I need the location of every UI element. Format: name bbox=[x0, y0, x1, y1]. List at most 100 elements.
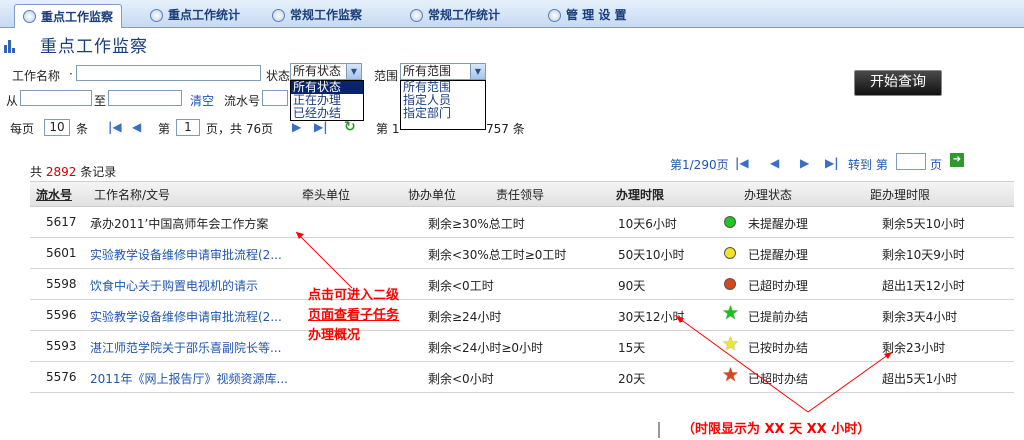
range-select[interactable]: 所有范围 ▼ bbox=[400, 63, 486, 80]
row-remaining-time: 超出5天1小时 bbox=[882, 372, 958, 386]
start-search-button[interactable]: 开始查询 bbox=[854, 70, 942, 96]
per-page-label: 每页 bbox=[10, 122, 35, 136]
row-remaining-time: 剩余5天10小时 bbox=[882, 217, 965, 231]
red-dot-icon bbox=[724, 278, 736, 290]
tab-label: 重点工作统计 bbox=[168, 8, 241, 22]
globe-icon bbox=[150, 8, 163, 22]
annotation-note: （时限显示为 XX 天 XX 小时） bbox=[682, 422, 871, 437]
yellow-dot-icon bbox=[724, 247, 736, 259]
row-work-name-link[interactable]: 湛江师范学院关于邵乐喜副院长等... bbox=[90, 339, 281, 356]
range-label: 范围 bbox=[374, 69, 399, 83]
top-tab-bar: 重点工作监察 重点工作统计 常规工作监察 常规工作统计 管 理 设 置 bbox=[0, 0, 1024, 28]
page-prefix: 第 bbox=[158, 122, 171, 136]
table-row[interactable]: 5593 湛江师范学院关于邵乐喜副院长等... 剩余<24小时≥0小时 15天 已按时办… bbox=[30, 330, 1014, 362]
column-header: 协办单位 bbox=[408, 188, 457, 202]
row-serial-number: 5593 bbox=[46, 339, 77, 353]
goto-label: 转到 第 bbox=[848, 158, 888, 172]
label-dot: · bbox=[69, 67, 73, 81]
row-time-limit: 10天6小时 bbox=[618, 217, 677, 231]
row-work-name-link[interactable]: 承办2011’中国高师年会工作方案 bbox=[90, 215, 268, 232]
column-header[interactable]: 办理时限 bbox=[616, 186, 664, 203]
chevron-down-icon: ▼ bbox=[470, 64, 485, 79]
first-page-icon[interactable]: |◀ bbox=[735, 156, 749, 170]
status-label: 状态 bbox=[266, 69, 291, 83]
globe-icon bbox=[23, 10, 36, 23]
tab-label: 重点工作监察 bbox=[41, 9, 114, 24]
row-time-rule: 剩余≥30%总工时 bbox=[428, 217, 525, 231]
go-arrow-icon[interactable]: ➜ bbox=[950, 153, 964, 167]
table-row[interactable]: 5617 承办2011’中国高师年会工作方案 剩余≥30%总工时 10天6小时 未提醒办… bbox=[30, 206, 1014, 238]
record-count-prefix: 共 bbox=[30, 165, 43, 179]
table-row[interactable]: 5576 2011年《网上报告厅》视频资源库... 剩余<0小时 20天 已超时办结 超出… bbox=[30, 361, 1014, 393]
row-time-limit: 50天10小时 bbox=[618, 248, 685, 262]
record-count: 共 2892 条记录 bbox=[30, 163, 116, 180]
row-remaining-time: 超出1天12小时 bbox=[882, 279, 965, 293]
refresh-icon[interactable]: ↻ bbox=[344, 119, 356, 135]
column-header: 距办理时限 bbox=[870, 188, 931, 202]
to-date-input[interactable] bbox=[108, 90, 182, 106]
serial-input[interactable] bbox=[262, 90, 288, 106]
next-page-icon[interactable]: ▶ bbox=[800, 156, 809, 170]
work-name-input[interactable] bbox=[76, 65, 261, 81]
tab-key-work-monitor[interactable]: 重点工作监察 bbox=[14, 4, 123, 28]
status-selected-value: 所有状态 bbox=[293, 64, 342, 78]
prev-page-icon[interactable]: ◀ bbox=[132, 120, 141, 134]
page-title: 重点工作监察 bbox=[40, 37, 148, 57]
green-dot-icon bbox=[724, 216, 736, 228]
row-status-text: 已超时办结 bbox=[748, 372, 809, 386]
first-page-icon[interactable]: |◀ bbox=[108, 120, 122, 134]
globe-icon bbox=[548, 8, 561, 22]
tab-routine-work-stats[interactable]: 常规工作统计 bbox=[410, 4, 500, 26]
table-header: 流水号 工作名称/文号 牵头单位 协办单位 责任领导 办理时限 办理状态 距办理… bbox=[30, 181, 1014, 207]
pager-right-prefix: 第 1 bbox=[376, 122, 400, 136]
row-work-name-link[interactable]: 实验教学设备维修申请审批流程(2... bbox=[90, 246, 282, 263]
last-page-icon[interactable]: ▶| bbox=[314, 120, 328, 134]
row-time-limit: 20天 bbox=[618, 372, 646, 386]
per-page-unit: 条 bbox=[76, 122, 89, 136]
tab-admin-settings[interactable]: 管 理 设 置 bbox=[548, 4, 627, 26]
status-select[interactable]: 所有状态 ▼ bbox=[290, 63, 362, 80]
row-serial-number: 5617 bbox=[46, 215, 77, 229]
tab-label: 管 理 设 置 bbox=[566, 8, 627, 22]
row-remaining-time: 剩余23小时 bbox=[882, 341, 946, 355]
column-header: 牵头单位 bbox=[302, 188, 351, 202]
page-suffix: 页，共 76页 bbox=[206, 122, 274, 136]
row-work-name-link[interactable]: 实验教学设备维修申请审批流程(2... bbox=[90, 308, 282, 325]
yellow-star-icon: ★ bbox=[722, 333, 740, 355]
per-page-input[interactable]: 10 bbox=[44, 119, 70, 136]
chevron-down-icon: ▼ bbox=[346, 64, 361, 79]
column-header[interactable]: 流水号 bbox=[36, 186, 72, 203]
row-work-name-link[interactable]: 2011年《网上报告厅》视频资源库... bbox=[90, 370, 288, 387]
goto-suffix: 页 bbox=[930, 158, 943, 172]
tab-label: 常规工作统计 bbox=[428, 8, 501, 22]
pager-bar: 每页 10 条 |◀ ◀ 第 1 页，共 76页 ▶ ▶| ↻ 第 1 757 … bbox=[0, 117, 1024, 139]
table-row[interactable]: 5598 饮食中心关于购置电视机的请示 剩余<0工时 90天 已超时办理 超出1天12小时 bbox=[30, 268, 1014, 300]
last-page-icon[interactable]: ▶| bbox=[825, 156, 839, 170]
row-time-rule: 剩余≥24小时 bbox=[428, 310, 502, 324]
from-date-input[interactable] bbox=[20, 90, 92, 106]
status-dropdown[interactable]: 所有状态 正在办理 已经办结 bbox=[290, 80, 364, 121]
row-serial-number: 5601 bbox=[46, 246, 77, 260]
table-row[interactable]: 5601 实验教学设备维修申请审批流程(2... 剩余<30%总工时≥0工时 50天1… bbox=[30, 237, 1014, 269]
tab-routine-work-monitor[interactable]: 常规工作监察 bbox=[272, 4, 362, 26]
page-info: 第1/290页 bbox=[670, 158, 729, 172]
row-work-name-link[interactable]: 饮食中心关于购置电视机的请示 bbox=[90, 277, 258, 294]
clear-link[interactable]: 清空 bbox=[190, 92, 214, 109]
row-remaining-time: 剩余3天4小时 bbox=[882, 310, 958, 324]
column-header: 责任领导 bbox=[496, 188, 545, 202]
annotation-note: 办理概况 bbox=[308, 328, 361, 343]
row-time-rule: 剩余<30%总工时≥0工时 bbox=[428, 248, 567, 262]
tab-label: 常规工作监察 bbox=[290, 8, 363, 22]
next-page-icon[interactable]: ▶ bbox=[292, 120, 301, 134]
row-status-text: 未提醒办理 bbox=[748, 217, 809, 231]
table-row[interactable]: 5596 实验教学设备维修申请审批流程(2... 剩余≥24小时 30天12小时 已提前… bbox=[30, 299, 1014, 331]
row-time-rule: 剩余<0工时 bbox=[428, 279, 494, 293]
bar-chart-icon bbox=[4, 39, 18, 53]
tab-key-work-stats[interactable]: 重点工作统计 bbox=[150, 4, 240, 26]
row-serial-number: 5596 bbox=[46, 308, 77, 322]
row-time-rule: 剩余<0小时 bbox=[428, 372, 494, 386]
record-count-number: 2892 bbox=[45, 165, 77, 179]
prev-page-icon[interactable]: ◀ bbox=[770, 156, 779, 170]
page-number-input[interactable]: 1 bbox=[176, 119, 200, 136]
goto-page-input[interactable] bbox=[896, 153, 926, 170]
